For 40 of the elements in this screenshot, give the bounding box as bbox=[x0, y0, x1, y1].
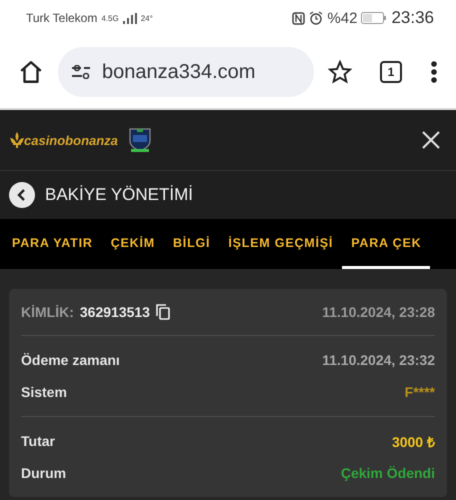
nfc-icon bbox=[292, 12, 306, 24]
detail-label: Sistem bbox=[21, 384, 67, 400]
close-button[interactable] bbox=[422, 131, 440, 149]
home-button[interactable] bbox=[18, 59, 44, 85]
bookmark-star-button[interactable] bbox=[328, 60, 352, 84]
network-type: 4.5G bbox=[101, 14, 119, 22]
site-logo[interactable]: casinobonanza bbox=[24, 132, 118, 148]
back-button[interactable] bbox=[9, 182, 35, 208]
detail-value: 11.10.2024, 23:32 bbox=[322, 352, 435, 368]
detail-label: Durum bbox=[21, 465, 66, 481]
tab[interactable]: İŞLEM GEÇMİŞİ bbox=[219, 219, 342, 269]
carrier-name: Turk Telekom bbox=[26, 11, 98, 25]
tab[interactable]: BİLGİ bbox=[164, 219, 220, 269]
battery-percent: %42 bbox=[327, 10, 358, 26]
detail-value: 3000 ₺ bbox=[392, 432, 435, 450]
chevron-left-icon bbox=[17, 189, 27, 201]
page-title: BAKİYE YÖNETİMİ bbox=[45, 185, 194, 205]
tab[interactable]: PARA ÇEK bbox=[342, 219, 430, 269]
fleur-de-lis-icon bbox=[10, 132, 24, 148]
tab[interactable]: ÇEKİM bbox=[102, 219, 164, 269]
address-bar[interactable]: bonanza334.com bbox=[58, 47, 314, 97]
shield-badge-icon bbox=[128, 127, 152, 153]
detail-value: Çekim Ödendi bbox=[340, 465, 435, 481]
site-settings-icon[interactable] bbox=[72, 65, 90, 79]
temperature: 24° bbox=[140, 14, 153, 22]
detail-label: Ödeme zamanı bbox=[21, 352, 120, 368]
tab[interactable]: PARA YATIR bbox=[12, 219, 102, 269]
id-value: 362913513 bbox=[80, 304, 150, 320]
tab-count-button[interactable]: 1 bbox=[380, 61, 402, 83]
id-label: KİMLİK: bbox=[21, 304, 74, 320]
detail-label: Tutar bbox=[21, 433, 55, 449]
menu-button[interactable] bbox=[430, 60, 438, 84]
url-text: bonanza334.com bbox=[102, 60, 256, 84]
clock-time: 23:36 bbox=[391, 8, 434, 28]
signal-icon bbox=[122, 12, 137, 24]
alarm-icon bbox=[309, 11, 324, 25]
detail-value: F**** bbox=[404, 384, 435, 400]
copy-icon[interactable] bbox=[156, 304, 170, 320]
created-date: 11.10.2024, 23:28 bbox=[322, 304, 435, 320]
battery-icon bbox=[361, 12, 388, 24]
